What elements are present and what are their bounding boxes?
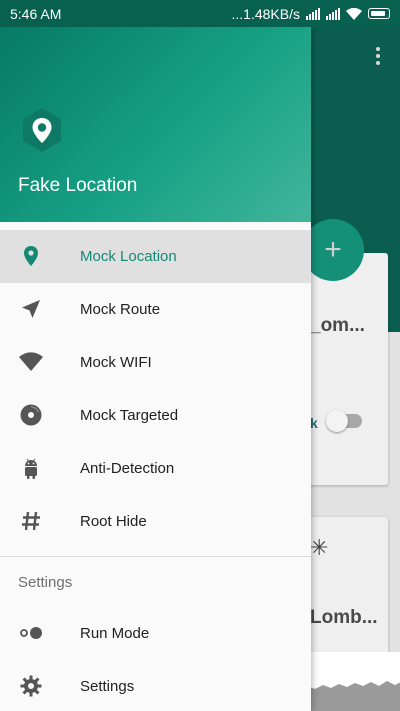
menu-item-settings[interactable]: Settings xyxy=(0,660,311,711)
menu-item-run-mode[interactable]: Run Mode xyxy=(0,607,311,660)
toggle-dots-icon xyxy=(20,627,42,639)
target-disc-icon xyxy=(20,404,42,426)
android-icon xyxy=(25,458,37,479)
wifi-icon xyxy=(19,352,43,371)
gear-icon xyxy=(20,675,42,697)
overflow-menu-icon[interactable] xyxy=(376,47,380,68)
navigation-arrow-icon xyxy=(22,300,40,318)
menu-item-label: Root Hide xyxy=(80,513,147,530)
menu-item-mock-targeted[interactable]: Mock Targeted xyxy=(0,389,311,442)
background-card[interactable]: _om... k xyxy=(300,253,388,485)
status-time: 5:46 AM xyxy=(10,5,62,22)
map-pin-icon xyxy=(24,246,38,266)
menu-item-label: Mock Location xyxy=(80,248,177,265)
battery-icon xyxy=(368,8,390,19)
add-fab-button[interactable]: + xyxy=(302,219,364,281)
drawer-header: Fake Location xyxy=(0,27,311,222)
settings-section-title: Settings xyxy=(18,573,73,591)
menu-item-mock-wifi[interactable]: Mock WIFI xyxy=(0,336,311,389)
menu-item-label: Run Mode xyxy=(80,625,150,642)
status-bar: 5:46 AM ...1.48KB/s xyxy=(0,0,400,27)
navigation-drawer: Fake Location Mock Location Mock Route M… xyxy=(0,27,311,711)
asterisk-icon: ✳ xyxy=(310,535,329,560)
hash-icon xyxy=(22,511,40,531)
app-title: Fake Location xyxy=(18,175,138,196)
menu-item-label: Mock Targeted xyxy=(80,407,179,424)
menu-item-mock-route[interactable]: Mock Route xyxy=(0,283,311,336)
status-icons: ...1.48KB/s xyxy=(232,6,390,22)
menu-item-label: Mock WIFI xyxy=(80,354,152,371)
network-speed: ...1.48KB/s xyxy=(231,5,300,22)
menu-item-label: Mock Route xyxy=(80,301,161,318)
background-card-label: k xyxy=(310,415,318,431)
background-toggle[interactable] xyxy=(326,410,362,432)
menu-item-label: Settings xyxy=(80,678,135,695)
drawer-menu: Mock Location Mock Route Mock WIFI Mock … xyxy=(0,230,311,711)
app-logo-icon xyxy=(23,108,61,152)
background-card-2-title: Lomb... xyxy=(310,607,378,628)
menu-item-root-hide[interactable]: Root Hide xyxy=(0,495,311,548)
wifi-status-icon xyxy=(346,7,362,20)
signal-icon xyxy=(306,7,320,20)
menu-item-label: Anti-Detection xyxy=(80,460,175,477)
background-card-title: _om... xyxy=(310,315,365,336)
menu-item-anti-detection[interactable]: Anti-Detection xyxy=(0,442,311,495)
signal-icon-2 xyxy=(326,7,340,20)
menu-item-mock-location[interactable]: Mock Location xyxy=(0,230,311,283)
